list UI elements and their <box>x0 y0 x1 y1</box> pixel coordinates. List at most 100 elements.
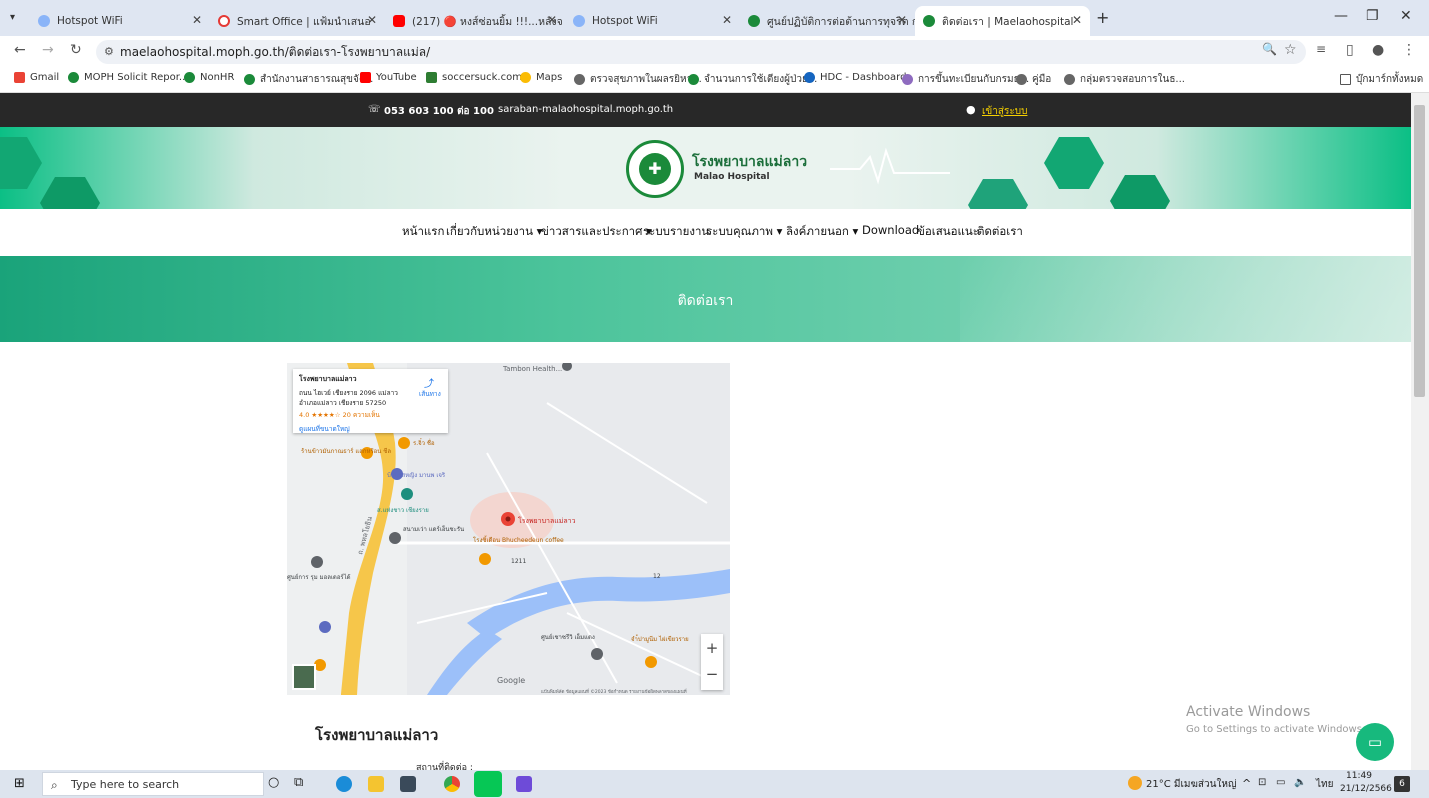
file-explorer-icon[interactable] <box>368 776 384 792</box>
wifi-icon <box>38 15 50 27</box>
facebook-icon[interactable]: ● <box>966 103 976 116</box>
minimize-icon[interactable]: — <box>1334 8 1348 24</box>
language-indicator[interactable]: ไทย <box>1316 777 1333 792</box>
chrome-icon[interactable] <box>444 776 460 792</box>
menu-contact[interactable]: ติดต่อเรา <box>977 223 1023 241</box>
app-icon[interactable] <box>516 776 532 792</box>
bookmark[interactable]: สำนักงานสาธารณสุขจัง... <box>244 72 373 87</box>
search-placeholder: Type here to search <box>71 778 180 791</box>
profile-icon[interactable]: ● <box>1372 42 1384 58</box>
site-info-icon[interactable]: ⚙ <box>104 40 114 64</box>
task-view-icon[interactable]: ⧉ <box>294 775 303 790</box>
reading-list-icon[interactable]: ≡ <box>1316 42 1326 56</box>
moph-logo: ✚ <box>626 140 684 198</box>
close-window-icon[interactable]: ✕ <box>1400 8 1412 24</box>
back-icon[interactable]: ← <box>14 42 26 58</box>
close-icon[interactable]: ✕ <box>367 13 377 27</box>
google-map[interactable]: Tambon Health... บ้านรสหญิง มานพ เจริ ร.… <box>287 363 730 695</box>
volume-icon[interactable]: 🔈 <box>1294 777 1306 788</box>
clock-time[interactable]: 11:49 <box>1346 771 1372 781</box>
menu-links[interactable]: ลิงค์ภายนอก ▾ <box>786 223 858 241</box>
bookmarks-folder[interactable]: บุ๊กมาร์กทั้งหมด <box>1340 72 1423 87</box>
brand-name-th[interactable]: โรงพยาบาลแม่ลาว <box>692 151 807 173</box>
tab-2[interactable]: Smart Office | แฟ้มนำเสนอ ✕ <box>210 6 385 36</box>
url-field[interactable]: ⚙ maelaohospital.moph.go.th/ติดต่อเรา-โรง… <box>96 40 1306 64</box>
taskbar-search[interactable]: ⌕ Type here to search <box>42 772 264 796</box>
bookmark-maps[interactable]: Maps <box>520 72 562 83</box>
globe-icon <box>1016 74 1027 85</box>
search-icon: ⌕ <box>51 778 58 792</box>
scrollbar-thumb[interactable] <box>1414 105 1425 397</box>
line-icon[interactable] <box>474 771 502 797</box>
menu-report[interactable]: ระบบรายงาน <box>643 223 709 241</box>
restore-icon[interactable]: ❐ <box>1366 8 1379 24</box>
moph-icon <box>748 15 760 27</box>
mail-icon[interactable] <box>400 776 416 792</box>
network-icon[interactable]: ⊡ <box>1258 777 1266 788</box>
bookmark[interactable]: NonHR <box>184 72 234 83</box>
chat-button[interactable]: ▭ <box>1356 723 1394 761</box>
menu-news[interactable]: ข่าวสารและประกาศ ▾ <box>541 223 652 241</box>
browser-tab-strip: ▾ Hotspot WiFi ✕ Smart Office | แฟ้มนำเสน… <box>0 0 1429 36</box>
edge-icon[interactable] <box>336 776 352 792</box>
close-icon[interactable]: ✕ <box>192 13 202 27</box>
map-label: 1211 <box>511 558 526 565</box>
bookmark[interactable]: ตรวจสุขภาพในผลรยิหา... <box>574 72 702 87</box>
side-panel-icon[interactable]: ▯ <box>1346 42 1354 58</box>
menu-home[interactable]: หน้าแรก <box>402 223 444 241</box>
tab-search-icon[interactable]: ▾ <box>10 12 15 23</box>
bookmark[interactable]: MOPH Solicit Repor... <box>68 72 188 83</box>
bookmark-gmail[interactable]: Gmail <box>14 72 59 83</box>
clock-date[interactable]: 21/12/2566 <box>1340 784 1392 794</box>
star-icon[interactable]: ☆ <box>1284 42 1297 58</box>
login-link[interactable]: เข้าสู่ระบบ <box>982 104 1027 119</box>
bookmark[interactable]: soccersuck.com <box>426 72 522 83</box>
directions-icon[interactable]: ⤴ <box>424 375 434 390</box>
map-label: สนามเว่า แดร์เอ็นชะรัน <box>403 524 464 533</box>
cortana-icon[interactable]: ○ <box>268 775 279 790</box>
close-icon[interactable]: ✕ <box>722 13 732 27</box>
zoom-in-button[interactable]: + <box>701 634 723 662</box>
tab-1[interactable]: Hotspot WiFi ✕ <box>30 6 210 36</box>
notifications-button[interactable]: 6 <box>1394 776 1410 792</box>
close-icon[interactable]: ✕ <box>897 13 907 27</box>
weather-text[interactable]: 21°C มีเมฆส่วนใหญ่ <box>1146 777 1236 792</box>
menu-icon[interactable]: ⋮ <box>1402 42 1416 58</box>
tab-4[interactable]: Hotspot WiFi ✕ <box>565 6 740 36</box>
map-label: Tambon Health... <box>502 365 562 373</box>
new-tab-icon[interactable]: + <box>1096 8 1109 27</box>
tab-title: Hotspot WiFi <box>592 15 658 27</box>
menu-download[interactable]: Download <box>862 223 919 237</box>
menu-feedback[interactable]: ข้อเสนอแนะ <box>917 223 979 241</box>
weather-icon[interactable] <box>1128 776 1142 790</box>
bookmark[interactable]: กลุ่มตรวจสอบการในธ... <box>1064 72 1185 87</box>
zoom-out-button[interactable]: − <box>701 662 723 690</box>
bookmark[interactable]: จำนวนการใช้เตียงผู้ป่วย... <box>688 72 817 87</box>
soccersuck-icon <box>426 72 437 83</box>
directions-link[interactable]: เส้นทาง <box>419 389 441 399</box>
forward-icon[interactable]: → <box>42 42 54 58</box>
close-icon[interactable]: ✕ <box>547 13 557 27</box>
page-hero: ติดต่อเรา <box>0 256 1411 342</box>
bookmark[interactable]: คู่มือ <box>1016 72 1051 87</box>
tab-3[interactable]: (217) 🔴 หงส์ซ่อนยิ้ม !!!...หลังจ 🔊 ✕ <box>385 6 565 36</box>
larger-map-link[interactable]: ดูแผนที่ขนาดใหญ่ <box>299 424 442 434</box>
tab-5[interactable]: ศูนย์ปฏิบัติการต่อต้านการทุจริต กระ ✕ <box>740 6 915 36</box>
bookmark[interactable]: การขึ้นทะเบียนกับกรมธ... <box>902 72 1029 87</box>
page-scrollbar[interactable] <box>1411 93 1429 770</box>
battery-icon[interactable]: ▭ <box>1276 777 1285 788</box>
windows-start-icon[interactable]: ⊞ <box>14 776 25 791</box>
close-icon[interactable]: ✕ <box>1072 13 1082 27</box>
bookmark-youtube[interactable]: YouTube <box>360 72 417 83</box>
chevron-up-icon[interactable]: ^ <box>1242 777 1251 790</box>
gmail-icon <box>14 72 25 83</box>
menu-about[interactable]: เกี่ยวกับหน่วยงาน ▾ <box>446 223 542 241</box>
map-attribution[interactable]: แป้นพิมพ์ลัด ข้อมูลแผนที่ ©2023 ข้อกำหนด… <box>541 688 687 695</box>
menu-quality[interactable]: ระบบคุณภาพ ▾ <box>706 223 782 241</box>
tab-6-active[interactable]: ติดต่อเรา | Maelaohospital ✕ <box>915 6 1090 36</box>
reload-icon[interactable]: ↻ <box>70 42 82 58</box>
tab-title: ติดต่อเรา | Maelaohospital <box>942 15 1074 28</box>
bookmark-hdc[interactable]: HDC - Dashboard <box>804 72 906 83</box>
activate-windows-hint: Go to Settings to activate Windows. <box>1186 724 1366 735</box>
zoom-icon[interactable]: 🔍 <box>1262 42 1277 56</box>
